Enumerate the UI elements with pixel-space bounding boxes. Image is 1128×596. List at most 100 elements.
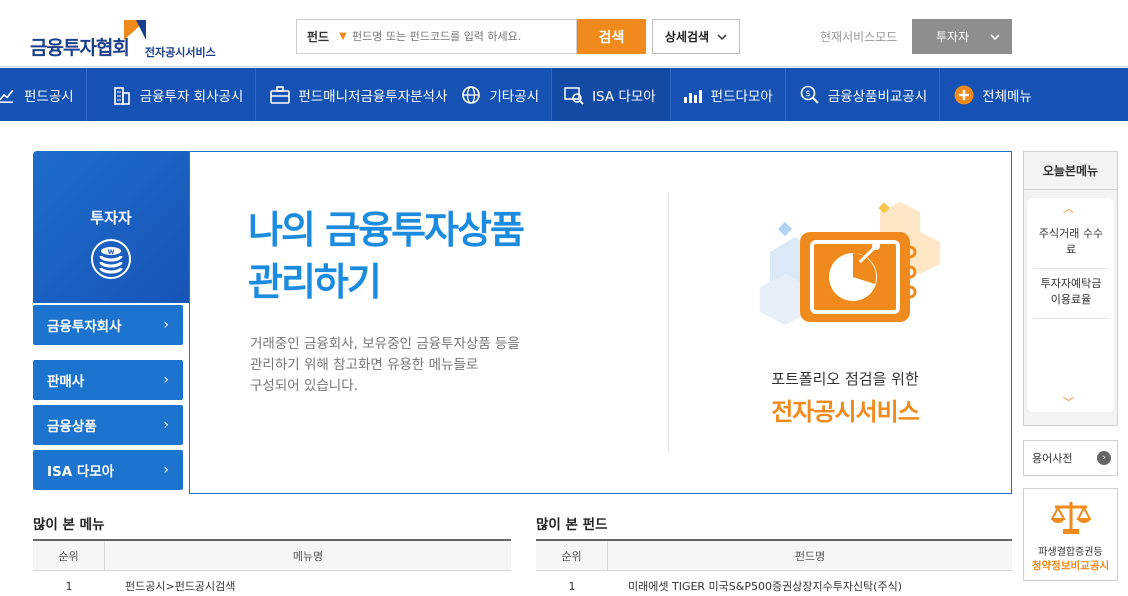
chevron-right-icon: › xyxy=(163,462,169,478)
column-header-name: 펀드명 xyxy=(794,549,826,563)
banner-title: 나의 금융투자상품 관리하기 xyxy=(248,204,525,308)
side-button-label: ISA 다모아 xyxy=(47,464,115,480)
service-mode-value: 투자자 xyxy=(936,30,970,44)
service-mode-select[interactable]: 투자자 xyxy=(912,19,1012,54)
side-button-label: 판매사 xyxy=(47,374,85,390)
compare-label-highlight: 청약정보비교공시 xyxy=(1031,560,1110,572)
banner-desc-line: 관리하기 위해 참고화면 유용한 메뉴들로 xyxy=(250,357,479,373)
column-header-rank: 순위 xyxy=(536,541,608,570)
recent-menu-item[interactable]: 주식거래 수수 료 xyxy=(1033,226,1109,258)
recent-menu-item-line: 이용료율 xyxy=(1050,293,1092,306)
recent-menu-title: 오늘본메뉴 xyxy=(1024,152,1117,190)
table-header: 순위 메뉴명 xyxy=(33,541,511,571)
nav-item-isa-damoa[interactable]: ISA 다모아 xyxy=(552,68,670,121)
recent-menu-list: ︿ 주식거래 수수 료 투자자예탁금 이용료율 ﹀ xyxy=(1027,198,1114,412)
header: 금융투자협회 전자공시서비스 펀드 ▼ 검색 상세검색 현재서비스모드 투자자 xyxy=(0,0,1128,67)
banner-title-line: 나의 금융투자상품 xyxy=(248,208,525,252)
divider xyxy=(1033,268,1109,269)
rank-cell: 1 xyxy=(65,579,73,593)
scale-icon xyxy=(1051,502,1091,534)
svg-text:$: $ xyxy=(805,89,810,98)
recent-menu-item-line: 주식거래 수수 xyxy=(1038,227,1104,240)
nav-item-fund-damoa[interactable]: 펀드다모아 xyxy=(671,68,785,121)
detail-search-label: 상세검색 xyxy=(664,30,710,44)
most-viewed-fund-title: 많이 본 펀드 xyxy=(536,517,608,533)
banner-service-name: 전자공시서비스 xyxy=(771,398,920,426)
nav-item-all-menu[interactable]: 전체메뉴 xyxy=(940,68,1044,121)
banner-desc-line: 거래중인 금융회사, 보유중인 금융투자상품 등을 xyxy=(250,336,520,352)
detail-search-button[interactable]: 상세검색 xyxy=(652,19,740,54)
banner-divider xyxy=(668,192,669,452)
nav-label: 금융투자 회사공시 xyxy=(139,88,244,105)
nav-label: 전체메뉴 xyxy=(982,88,1032,105)
most-viewed-menu-title: 많이 본 메뉴 xyxy=(33,517,105,533)
table-row[interactable]: 1 미래에셋 TIGER 미국S&P500증권상장지수투자신탁(주식) xyxy=(536,571,1012,596)
isa-icon xyxy=(564,86,584,105)
logo-main-text: 금융투자협회 xyxy=(30,37,130,59)
recent-menu-item[interactable]: 투자자예탁금 이용료율 xyxy=(1033,276,1109,308)
recent-menu-item-line: 투자자예탁금 xyxy=(1040,277,1102,290)
nav-label: 금융상품비교공시 xyxy=(827,88,928,105)
chevron-down-icon[interactable]: ﹀ xyxy=(1063,394,1074,410)
logo-sub-text: 전자공시서비스 xyxy=(144,46,216,59)
main-banner[interactable]: 나의 금융투자상품 관리하기 거래중인 금융회사, 보유중인 금융투자상품 등을… xyxy=(189,151,1012,494)
banner-title-line: 관리하기 xyxy=(248,260,382,304)
coin-search-icon: $ xyxy=(800,85,819,104)
derivatives-compare-link[interactable]: 파생결합증권등 청약정보비교공시 xyxy=(1023,488,1118,581)
nav-item-fund-disclosure[interactable]: 펀드공시 xyxy=(0,68,86,121)
rank-cell: 1 xyxy=(568,579,576,593)
fund-name-cell[interactable]: 미래에셋 TIGER 미국S&P500증권상장지수투자신탁(주식) xyxy=(608,571,1012,596)
side-button-label: 금융투자회사 xyxy=(47,319,122,335)
search-input[interactable] xyxy=(352,30,572,43)
arrow-right-icon: › xyxy=(1097,451,1111,465)
most-viewed-fund-table: 순위 펀드명 1 미래에셋 TIGER 미국S&P500증권상장지수투자신탁(주… xyxy=(536,539,1012,596)
portfolio-book-icon xyxy=(760,202,940,325)
svg-text:W: W xyxy=(108,249,115,256)
compare-label: 파생결합증권등 xyxy=(1038,547,1103,558)
nav-item-fund-manager[interactable]: 펀드매니저금융투자분석사 xyxy=(256,68,459,121)
chevron-right-icon: › xyxy=(163,417,169,433)
glossary-link[interactable]: 용어사전 › xyxy=(1023,440,1118,476)
site-logo[interactable]: 금융투자협회 전자공시서비스 xyxy=(30,18,216,58)
investor-header: 투자자 W xyxy=(33,151,189,303)
recent-menu-item-line: 료 xyxy=(1065,243,1077,256)
logo-flag-icon xyxy=(124,20,146,40)
search-category-select[interactable]: 펀드 ▼ xyxy=(297,28,352,45)
nav-label: 펀드공시 xyxy=(24,88,74,105)
side-button-financial-product[interactable]: 금융상품 › xyxy=(33,405,183,445)
nav-item-company-disclosure[interactable]: 금융투자 회사공시 xyxy=(87,68,256,121)
service-mode-label: 현재서비스모드 xyxy=(820,30,898,44)
building-icon xyxy=(113,86,130,105)
coin-stack-icon: W xyxy=(91,239,131,279)
menu-name-cell[interactable]: 펀드공시>펀드공시검색 xyxy=(105,571,511,596)
table-row[interactable]: 1 펀드공시>펀드공시검색 xyxy=(33,571,511,596)
chevron-down-icon xyxy=(717,33,727,40)
globe-icon xyxy=(462,85,481,104)
search-button[interactable]: 검색 xyxy=(577,19,646,54)
plus-circle-icon xyxy=(954,85,974,104)
chevron-right-icon: › xyxy=(163,372,169,388)
banner-desc-line: 구성되어 있습니다. xyxy=(250,378,358,394)
most-viewed-menu-table: 순위 메뉴명 1 펀드공시>펀드공시검색 xyxy=(33,539,511,596)
glossary-label: 용어사전 xyxy=(1032,452,1073,465)
investor-panel: 투자자 W 금융투자회사 › 판매사 › 금융상품 › ISA 다모아 › xyxy=(33,151,189,492)
chevron-up-icon[interactable]: ︿ xyxy=(1063,200,1074,216)
chevron-down-icon: ▼ xyxy=(339,31,347,42)
chevron-down-icon xyxy=(990,33,1000,40)
nav-item-product-compare[interactable]: $ 금융상품비교공시 xyxy=(786,68,939,121)
chevron-right-icon: › xyxy=(163,317,169,333)
side-button-isa-damoa[interactable]: ISA 다모아 › xyxy=(33,450,183,490)
investor-title: 투자자 xyxy=(90,209,132,227)
side-button-seller[interactable]: 판매사 › xyxy=(33,360,183,400)
column-header-name: 메뉴명 xyxy=(292,549,324,563)
recent-menu-box: 오늘본메뉴 ︿ 주식거래 수수 료 투자자예탁금 이용료율 ﹀ xyxy=(1023,151,1118,426)
search-category-value: 펀드 xyxy=(307,30,330,44)
nav-label: 펀드매니저금융투자분석사 xyxy=(298,88,448,105)
nav-item-other-disclosure[interactable]: 기타공시 xyxy=(459,68,551,121)
bar-chart-icon xyxy=(683,89,702,103)
table-header: 순위 펀드명 xyxy=(536,541,1012,571)
banner-description: 거래중인 금융회사, 보유중인 금융투자상품 등을 관리하기 위해 참고화면 유… xyxy=(250,334,580,397)
side-button-financial-company[interactable]: 금융투자회사 › xyxy=(33,305,183,345)
divider xyxy=(1033,318,1109,319)
nav-label: ISA 다모아 xyxy=(592,88,656,105)
